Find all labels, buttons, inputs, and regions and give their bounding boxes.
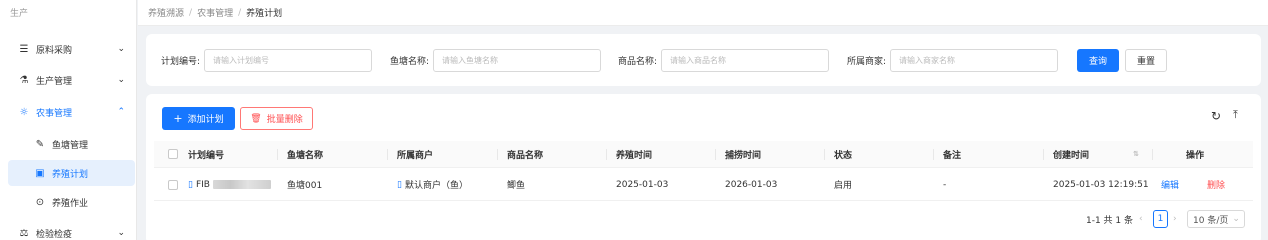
sidebar: 生产 ☰ 原料采购 ⌄ ⚗ 生产管理 ⌄ ☼ 农事管理 ⌃ ✎ 鱼塘管理 ▣ 养… bbox=[0, 0, 137, 240]
col-actions: 操作 bbox=[1186, 150, 1205, 161]
sidebar-item-production[interactable]: ⚗ 生产管理 ⌄ bbox=[0, 67, 137, 93]
reset-button[interactable]: 重置 bbox=[1125, 49, 1167, 72]
delete-link[interactable]: 删除 bbox=[1207, 169, 1225, 200]
sidebar-item-label: 养殖计划 bbox=[52, 169, 89, 180]
sidebar-item-breeding-plan[interactable]: ▣ 养殖计划 bbox=[8, 160, 135, 186]
sidebar-item-label: 农事管理 bbox=[36, 108, 73, 119]
select-all-checkbox[interactable] bbox=[168, 141, 178, 167]
table-row: ▯ FIB 鱼塘001 ▯ 默认商户（鱼） 鲫鱼 2025-01-03 2026… bbox=[154, 169, 1253, 201]
cell-product: 鲫鱼 bbox=[507, 181, 526, 191]
search-panel: 计划编号: 请输入计划编号 鱼塘名称: 请输入鱼塘名称 商品名称: 请输入商品名… bbox=[146, 34, 1261, 86]
breadcrumb-separator: / bbox=[238, 7, 242, 18]
product-name-field: 商品名称: 请输入商品名称 bbox=[618, 49, 830, 72]
page-number-current[interactable]: 1 bbox=[1153, 210, 1168, 228]
redacted-plan-no bbox=[212, 180, 271, 189]
edit-link[interactable]: 编辑 bbox=[1161, 169, 1179, 200]
chevron-down-icon: ⌄ bbox=[117, 44, 125, 54]
table-panel: + 添加计划 🗑 批量删除 ↻ ⤒ 计划编号 鱼塘名称 所属商户 商品名称 养殖… bbox=[146, 94, 1261, 240]
sidebar-item-farming[interactable]: ☼ 农事管理 ⌃ bbox=[0, 99, 137, 125]
col-product-name: 商品名称 bbox=[507, 150, 544, 161]
cell-pond: 鱼塘001 bbox=[287, 181, 323, 191]
col-merchant: 所属商户 bbox=[397, 150, 434, 161]
sidebar-item-pond-management[interactable]: ✎ 鱼塘管理 bbox=[0, 131, 137, 157]
query-button[interactable]: 查询 bbox=[1077, 49, 1119, 72]
flask-icon: ⚗ bbox=[19, 74, 29, 86]
sun-icon: ☼ bbox=[19, 106, 29, 118]
product-name-input[interactable]: 请输入商品名称 bbox=[661, 49, 830, 72]
prev-page-button[interactable]: ‹ bbox=[1139, 210, 1143, 228]
page-size-value: 10 条/页 bbox=[1193, 215, 1229, 226]
document-icon: ▯ bbox=[188, 179, 193, 190]
chevron-down-icon: ⌄ bbox=[117, 75, 125, 85]
cell-status: 启用 bbox=[834, 181, 853, 191]
sidebar-section-label: 生产 bbox=[10, 9, 29, 19]
cell-plan-no: ▯ FIB bbox=[188, 169, 271, 200]
sidebar-item-raw-purchase[interactable]: ☰ 原料采购 ⌄ bbox=[0, 36, 137, 62]
row-checkbox[interactable] bbox=[168, 169, 178, 200]
plus-icon: + bbox=[173, 112, 183, 125]
sort-icon[interactable]: ⇅ bbox=[1133, 141, 1139, 167]
trash-icon: 🗑 bbox=[250, 113, 262, 124]
add-plan-label: 添加计划 bbox=[187, 115, 224, 125]
cell-remark: - bbox=[943, 179, 947, 190]
merchant-label: 所属商家: bbox=[847, 57, 887, 67]
col-plan-no: 计划编号 bbox=[188, 150, 225, 161]
sidebar-item-label: 养殖作业 bbox=[52, 198, 89, 209]
merchant-field: 所属商家: 请输入商家名称 bbox=[847, 49, 1059, 72]
merchant-input[interactable]: 请输入商家名称 bbox=[890, 49, 1059, 72]
cell-merchant: ▯ 默认商户（鱼） bbox=[397, 169, 468, 200]
refresh-icon[interactable]: ↻ bbox=[1211, 109, 1221, 123]
pond-name-label: 鱼塘名称: bbox=[390, 57, 430, 67]
sidebar-item-breeding-work[interactable]: ⊙ 养殖作业 bbox=[0, 189, 137, 215]
pagination-summary: 1-1 共 1 条 bbox=[1086, 215, 1134, 226]
cell-catch-time: 2026-01-03 bbox=[725, 179, 778, 190]
pond-name-input[interactable]: 请输入鱼塘名称 bbox=[433, 49, 602, 72]
plan-no-text: FIB bbox=[195, 179, 210, 190]
add-plan-button[interactable]: + 添加计划 bbox=[162, 107, 235, 130]
play-icon: ⊙ bbox=[35, 196, 45, 208]
col-remark: 备注 bbox=[943, 150, 962, 161]
document-icon: ▯ bbox=[397, 179, 402, 190]
next-page-button[interactable]: › bbox=[1173, 210, 1177, 228]
edit-icon: ✎ bbox=[35, 138, 45, 150]
table-header: 计划编号 鱼塘名称 所属商户 商品名称 养殖时间 捕捞时间 状态 备注 创建时间… bbox=[154, 141, 1253, 168]
cell-farm-time: 2025-01-03 bbox=[616, 179, 669, 190]
breadcrumb: 养殖溯源 / 农事管理 / 养殖计划 bbox=[138, 0, 1268, 26]
cell-created: 2025-01-03 12:19:51 bbox=[1053, 179, 1149, 190]
sidebar-item-inspection[interactable]: ⚖ 检验检疫 ⌄ bbox=[0, 220, 137, 240]
calendar-icon: ▣ bbox=[35, 167, 45, 179]
col-catch-time: 捕捞时间 bbox=[725, 150, 762, 161]
sidebar-item-label: 鱼塘管理 bbox=[52, 140, 89, 151]
page-size-select[interactable]: 10 条/页 ⌄ bbox=[1187, 210, 1245, 228]
column-height-icon[interactable]: ⤒ bbox=[1233, 108, 1238, 122]
sidebar-item-label: 检验检疫 bbox=[36, 229, 73, 240]
scale-icon: ⚖ bbox=[19, 227, 29, 239]
col-pond-name: 鱼塘名称 bbox=[287, 150, 324, 161]
chevron-up-icon: ⌃ bbox=[117, 107, 125, 117]
breadcrumb-item[interactable]: 农事管理 bbox=[197, 6, 233, 19]
batch-delete-button[interactable]: 🗑 批量删除 bbox=[240, 107, 313, 130]
breadcrumb-current: 养殖计划 bbox=[246, 9, 283, 19]
plan-no-input[interactable]: 请输入计划编号 bbox=[204, 49, 373, 72]
merchant-text: 默认商户（鱼） bbox=[404, 181, 468, 191]
col-status: 状态 bbox=[834, 150, 853, 161]
chevron-down-icon: ⌄ bbox=[117, 228, 125, 238]
list-icon: ☰ bbox=[19, 43, 29, 55]
sidebar-item-label: 生产管理 bbox=[36, 76, 73, 87]
plan-no-field: 计划编号: 请输入计划编号 bbox=[161, 49, 373, 72]
plan-no-label: 计划编号: bbox=[161, 57, 201, 67]
product-name-label: 商品名称: bbox=[618, 57, 658, 67]
col-created-time: 创建时间 bbox=[1053, 150, 1090, 161]
breadcrumb-separator: / bbox=[189, 7, 193, 18]
chevron-down-icon: ⌄ bbox=[1232, 214, 1240, 224]
col-farm-time: 养殖时间 bbox=[616, 150, 653, 161]
batch-delete-label: 批量删除 bbox=[266, 115, 303, 125]
breadcrumb-item[interactable]: 养殖溯源 bbox=[148, 6, 184, 19]
sidebar-item-label: 原料采购 bbox=[36, 45, 73, 56]
pond-name-field: 鱼塘名称: 请输入鱼塘名称 bbox=[390, 49, 602, 72]
